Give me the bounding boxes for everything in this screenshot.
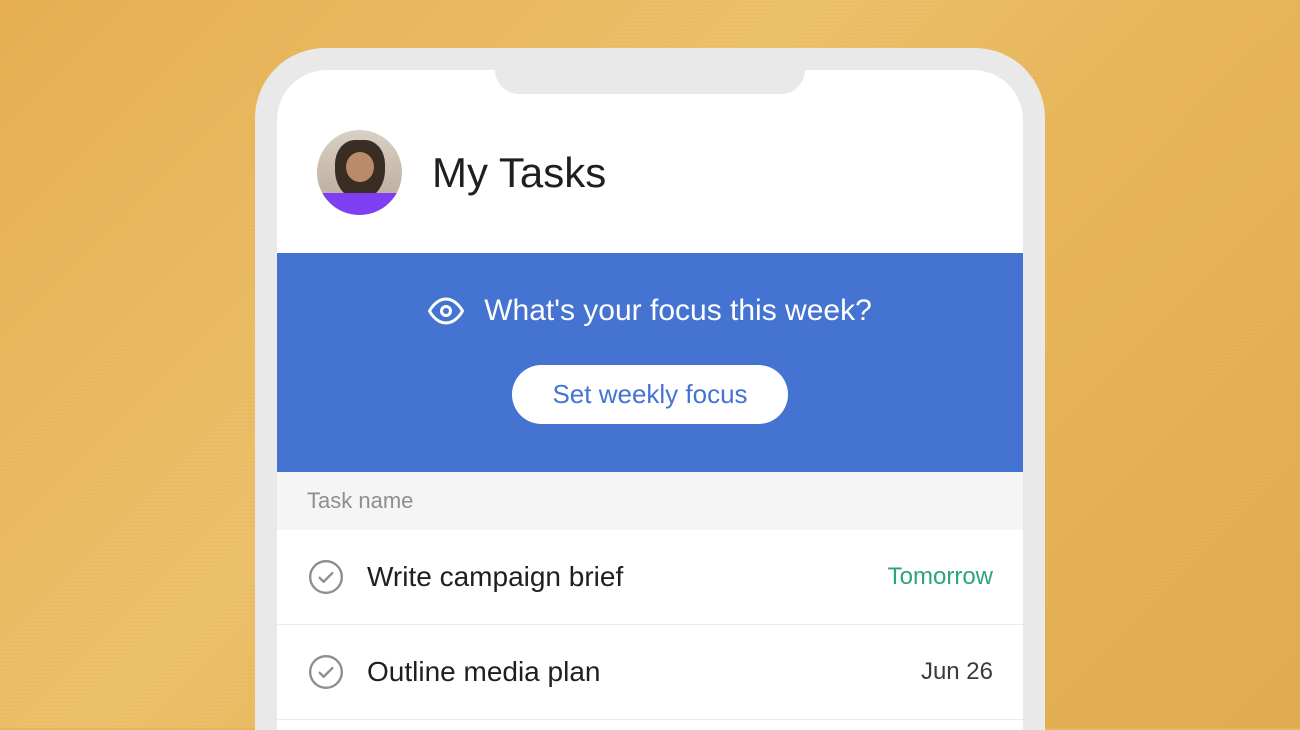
task-due-date: Tomorrow: [888, 563, 993, 591]
focus-question-text: What's your focus this week?: [484, 294, 872, 328]
check-circle-icon[interactable]: [307, 653, 345, 691]
set-weekly-focus-button[interactable]: Set weekly focus: [512, 365, 787, 424]
phone-notch: [495, 70, 805, 94]
task-row[interactable]: Outline media plan Jun 26: [277, 625, 1023, 720]
page-title: My Tasks: [432, 149, 606, 197]
focus-banner: What's your focus this week? Set weekly …: [277, 253, 1023, 472]
task-row[interactable]: Write campaign brief Tomorrow: [277, 530, 1023, 625]
focus-question-row: What's your focus this week?: [307, 293, 993, 329]
phone-screen: My Tasks What's your focus this week? Se…: [277, 70, 1023, 730]
check-circle-icon[interactable]: [307, 558, 345, 596]
task-due-date: Jun 26: [921, 658, 993, 686]
task-list-column-header: Task name: [277, 472, 1023, 530]
phone-frame: My Tasks What's your focus this week? Se…: [255, 48, 1045, 730]
header: My Tasks: [277, 70, 1023, 253]
task-name: Outline media plan: [367, 656, 899, 688]
avatar[interactable]: [317, 130, 402, 215]
task-name: Write campaign brief: [367, 561, 866, 593]
eye-icon: [428, 293, 464, 329]
